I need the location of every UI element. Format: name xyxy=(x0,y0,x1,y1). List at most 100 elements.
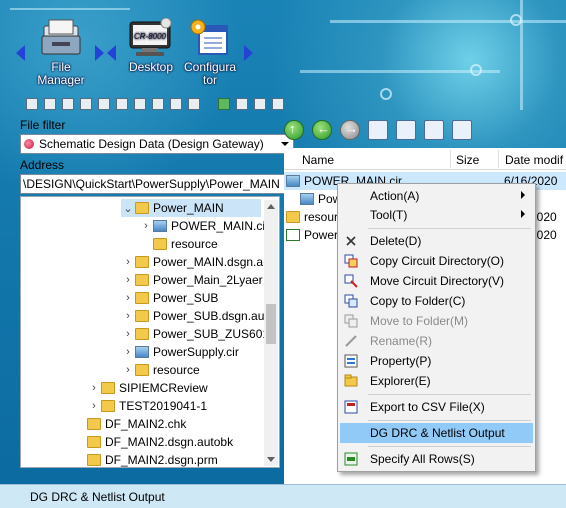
expand-icon[interactable]: › xyxy=(121,364,135,376)
scroll-down-icon[interactable] xyxy=(267,457,275,462)
menu-item-label: Action(A) xyxy=(370,189,420,203)
column-name[interactable]: Name xyxy=(302,153,334,167)
menu-item-move-circuit[interactable]: Move Circuit Directory(V) xyxy=(340,271,533,291)
folder-icon xyxy=(135,274,149,286)
menu-item-explorer[interactable]: Explorer(E) xyxy=(340,371,533,391)
menu-item-property[interactable]: Property(P) xyxy=(340,351,533,371)
arrow-up-icon: ↑ xyxy=(289,121,296,136)
refresh-icon[interactable] xyxy=(218,98,230,110)
bookmark-button[interactable] xyxy=(396,120,416,140)
expand-icon[interactable]: › xyxy=(139,220,153,232)
tree-item-df-main2-autobk[interactable]: DF_MAIN2.dsgn.autobk xyxy=(73,433,233,451)
scroll-up-icon[interactable] xyxy=(267,204,275,209)
copy-folder-icon xyxy=(344,294,358,308)
scroll-thumb[interactable] xyxy=(266,304,276,344)
tree-item-powersupply-cir[interactable]: › PowerSupply.cir xyxy=(121,343,239,361)
expand-icon[interactable]: › xyxy=(87,382,101,394)
menu-item-delete[interactable]: Delete(D) xyxy=(340,231,533,251)
menu-item-copy-folder[interactable]: Copy to Folder(C) xyxy=(340,291,533,311)
file-filter-select[interactable]: Schematic Design Data (Design Gateway) xyxy=(20,134,294,154)
forward-icon[interactable] xyxy=(170,98,182,110)
tree-item-power-sub[interactable]: › Power_SUB xyxy=(121,289,218,307)
tree-item-df-main2-chk[interactable]: DF_MAIN2.chk xyxy=(73,415,186,433)
tree-item-resource2[interactable]: › resource xyxy=(121,361,200,379)
up-arrow-button[interactable]: ↑ xyxy=(284,120,304,140)
menu-item-label: Export to CSV File(X) xyxy=(370,400,485,414)
back-button[interactable]: ← xyxy=(312,120,332,140)
page-icon[interactable] xyxy=(98,98,110,110)
tree-item-test2019041[interactable]: › TEST2019041-1 xyxy=(87,397,207,415)
expand-icon[interactable]: › xyxy=(121,346,135,358)
launcher-prev-icon[interactable] xyxy=(16,45,25,61)
chevron-down-icon[interactable] xyxy=(281,142,289,146)
document-icon[interactable] xyxy=(188,98,200,110)
expand-icon[interactable]: › xyxy=(121,274,135,286)
folder-tree: ⌄ Power_MAIN › POWER_MAIN.cir resource ›… xyxy=(20,196,280,468)
paste-icon[interactable] xyxy=(80,98,92,110)
mail-icon[interactable] xyxy=(236,98,248,110)
expand-icon[interactable]: › xyxy=(121,310,135,322)
tree-item-label: SIPIEMCReview xyxy=(119,381,208,395)
move-folder-icon xyxy=(344,314,358,328)
launcher-file-manager-label2: Manager xyxy=(37,73,85,87)
launcher-next-icon[interactable] xyxy=(95,45,104,61)
copy-icon[interactable] xyxy=(62,98,74,110)
file-filter-label: File filter xyxy=(20,118,66,132)
back-icon[interactable] xyxy=(152,98,164,110)
tree-item-power-main-dsgn[interactable]: › Power_MAIN.dsgn.a xyxy=(121,253,263,271)
delete-icon[interactable] xyxy=(116,98,128,110)
edit-icon[interactable] xyxy=(134,98,146,110)
tree-item-power-main-cir[interactable]: › POWER_MAIN.cir xyxy=(139,217,269,235)
tree-item-power-sub-zus[interactable]: › Power_SUB_ZUS601 xyxy=(121,325,269,343)
address-field[interactable]: \DESIGN\QuickStart\PowerSupply\Power_MAI… xyxy=(20,174,294,194)
tree-scrollbar[interactable] xyxy=(264,200,278,466)
tree-item-label: resource xyxy=(153,363,200,377)
tree-item-label: Power_MAIN.dsgn.a xyxy=(153,255,264,269)
tree-item-power-main[interactable]: ⌄ Power_MAIN xyxy=(121,199,261,217)
tree-item-label: DF_MAIN2.dsgn.autobk xyxy=(105,435,234,449)
expand-icon[interactable]: › xyxy=(87,400,101,412)
list-view-button[interactable] xyxy=(452,120,472,140)
tree-item-df-main2-prm[interactable]: DF_MAIN2.dsgn.prm xyxy=(73,451,218,467)
forward-button[interactable]: → xyxy=(340,120,360,140)
tree-item-power-main-2lyaer[interactable]: › Power_Main_2Lyaer xyxy=(121,271,262,289)
expand-icon[interactable]: › xyxy=(121,328,135,340)
context-menu: Action(A) Tool(T) Delete(D) Copy Circuit… xyxy=(337,183,536,472)
folder-icon xyxy=(87,418,101,430)
folder-icon xyxy=(101,382,115,394)
collapse-icon[interactable]: ⌄ xyxy=(121,202,135,215)
configurator-icon xyxy=(189,18,231,58)
window-icon[interactable] xyxy=(272,98,284,110)
menu-item-export-csv[interactable]: Export to CSV File(X) xyxy=(340,397,533,417)
launcher-file-manager[interactable]: File Manager xyxy=(36,18,86,87)
column-date[interactable]: Date modif xyxy=(505,153,563,167)
home-button[interactable] xyxy=(368,120,388,140)
menu-item-specify-rows[interactable]: Specify All Rows(S) xyxy=(340,449,533,469)
export-csv-icon xyxy=(344,400,358,414)
menu-item-copy-circuit[interactable]: Copy Circuit Directory(O) xyxy=(340,251,533,271)
tree-item-resource[interactable]: resource xyxy=(139,235,218,253)
menu-item-tool[interactable]: Tool(T) xyxy=(340,205,533,225)
window-button[interactable] xyxy=(424,120,444,140)
launcher-prev2-icon[interactable] xyxy=(107,45,116,61)
menu-item-rename[interactable]: Rename(R) xyxy=(340,331,533,351)
menu-item-action[interactable]: Action(A) xyxy=(340,186,533,206)
expand-icon[interactable]: › xyxy=(121,292,135,304)
tree-item-sipiemcreview[interactable]: › SIPIEMCReview xyxy=(87,379,208,397)
expand-icon[interactable]: › xyxy=(121,256,135,268)
menu-item-move-folder[interactable]: Move to Folder(M) xyxy=(340,311,533,331)
print-icon[interactable] xyxy=(44,98,56,110)
save-icon[interactable] xyxy=(26,98,38,110)
tree-item-label: Power_SUB xyxy=(153,291,219,305)
launcher-next2-icon[interactable] xyxy=(244,45,253,61)
submenu-arrow-icon xyxy=(521,210,525,218)
column-size[interactable]: Size xyxy=(456,153,479,167)
tree-item-label: resource xyxy=(171,237,218,251)
submenu-arrow-icon xyxy=(521,191,525,199)
launcher-desktop[interactable]: CR-8000 Desktop xyxy=(126,17,176,74)
launcher-configurator[interactable]: Configura tor xyxy=(180,18,240,87)
list-icon[interactable] xyxy=(254,98,266,110)
menu-item-dg-drc-netlist[interactable]: DG DRC & Netlist Output xyxy=(340,423,533,443)
menu-item-label: Copy Circuit Directory(O) xyxy=(370,254,505,268)
tree-item-power-sub-dsgn[interactable]: › Power_SUB.dsgn.au xyxy=(121,307,264,325)
